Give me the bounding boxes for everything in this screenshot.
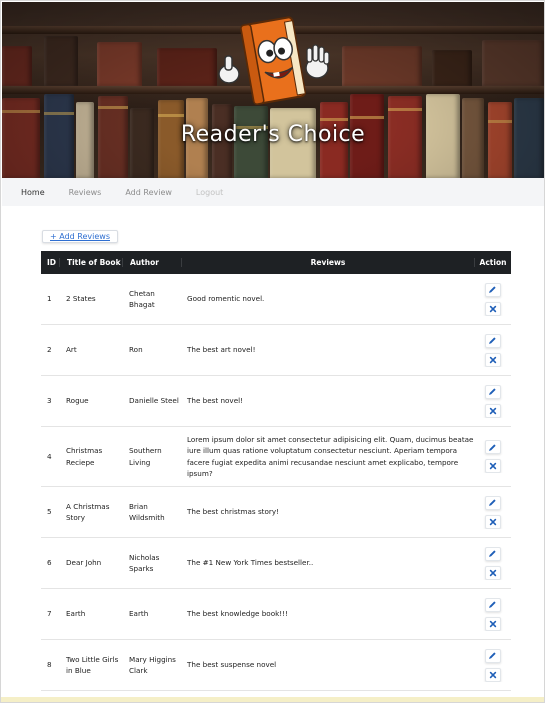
cell-actions [474, 546, 511, 580]
cell-review: Good romentic novel. [187, 294, 265, 304]
cell-author: Mary Higgins Clark [129, 654, 176, 676]
cell-title: Rogue [66, 396, 89, 406]
cell-actions [474, 495, 511, 529]
col-header-id: ID [47, 258, 57, 267]
table-row: 6 Dear John Nicholas Sparks The #1 New York… [41, 538, 511, 589]
close-icon [489, 518, 497, 526]
delete-button[interactable] [484, 565, 501, 580]
close-icon [489, 356, 497, 364]
cell-actions [474, 440, 511, 473]
nav-logout[interactable]: Logout [196, 188, 223, 197]
cell-id: 4 [47, 451, 52, 461]
edit-button[interactable] [484, 648, 501, 663]
cell-author: Nicholas Sparks [129, 552, 160, 574]
pencil-icon [488, 387, 497, 396]
table-row: 1 2 States Chetan Bhagat Good romentic nove… [41, 274, 511, 325]
edit-button[interactable] [484, 495, 501, 510]
cell-id: 5 [47, 507, 52, 517]
close-icon [489, 620, 497, 628]
nav-add-review[interactable]: Add Review [125, 188, 172, 197]
edit-button[interactable] [484, 384, 501, 399]
pencil-icon [488, 549, 497, 558]
cell-review: The best novel! [187, 396, 243, 406]
delete-button[interactable] [484, 514, 501, 529]
top-nav: Home Reviews Add Review Logout [2, 178, 544, 206]
cell-review: The best art novel! [187, 345, 256, 355]
header-banner: Reader's Choice [2, 2, 544, 178]
cell-id: 3 [47, 396, 52, 406]
pencil-icon [488, 443, 497, 452]
pencil-icon [488, 498, 497, 507]
pencil-icon [488, 336, 497, 345]
page-frame: Reader's Choice Home Reviews Add Review … [0, 0, 545, 703]
delete-button[interactable] [484, 616, 501, 631]
delete-button[interactable] [484, 403, 501, 418]
delete-button[interactable] [484, 459, 501, 473]
close-icon [489, 462, 497, 470]
nav-reviews[interactable]: Reviews [69, 188, 102, 197]
col-header-action: Action [474, 258, 511, 267]
edit-button[interactable] [484, 282, 501, 297]
col-header-author: Author [122, 258, 181, 267]
pencil-icon [488, 285, 497, 294]
table-header: ID Title of Book Author Reviews Action [41, 251, 511, 274]
cell-id: 6 [47, 558, 52, 568]
close-icon [489, 305, 497, 313]
table-row: 2 Art Ron The best art novel! [41, 325, 511, 376]
table-row: 4 Christmas Reciepe Southern Living Lorem i… [41, 427, 511, 487]
edit-button[interactable] [484, 597, 501, 612]
delete-button[interactable] [484, 352, 501, 367]
bottom-strip [1, 697, 544, 702]
cell-author: Danielle Steel [129, 396, 179, 406]
cell-id: 7 [47, 609, 52, 619]
table-row: 3 Rogue Danielle Steel The best novel! [41, 376, 511, 427]
cell-review: The best christmas story! [187, 507, 279, 517]
cell-review: The best suspense novel [187, 660, 277, 670]
cell-title: A Christmas Story [66, 501, 110, 523]
cell-id: 2 [47, 345, 52, 355]
cell-review: The best knowledge book!!! [187, 609, 288, 619]
table-row: 5 A Christmas Story Brian Wildsmith The bes… [41, 487, 511, 538]
close-icon [489, 407, 497, 415]
cell-review: The #1 New York Times bestseller.. [187, 558, 314, 568]
delete-button[interactable] [484, 667, 501, 682]
edit-button[interactable] [484, 546, 501, 561]
cell-author: Ron [129, 345, 143, 355]
site-title: Reader's Choice [180, 122, 366, 147]
reviews-table: ID Title of Book Author Reviews Action 1… [41, 251, 511, 691]
close-icon [489, 569, 497, 577]
cell-author: Chetan Bhagat [129, 288, 155, 310]
col-header-reviews: Reviews [181, 258, 474, 267]
cell-review: Lorem ipsum dolor sit amet consectetur a… [187, 434, 474, 479]
cell-actions [474, 597, 511, 631]
cell-actions [474, 384, 511, 418]
edit-button[interactable] [484, 440, 501, 454]
cell-actions [474, 333, 511, 367]
table-body: 1 2 States Chetan Bhagat Good romentic nove… [41, 274, 511, 691]
cell-title: Art [66, 345, 77, 355]
col-header-title: Title of Book [59, 258, 122, 267]
cell-title: Two Little Girls in Blue [66, 654, 119, 676]
table-row: 7 Earth Earth The best knowledge book!!! [41, 589, 511, 640]
book-mascot-icon [218, 16, 330, 105]
cell-actions [474, 282, 511, 316]
cell-author: Southern Living [129, 446, 162, 467]
cell-id: 8 [47, 660, 52, 670]
cell-actions [474, 648, 511, 682]
cell-title: Christmas Reciepe [66, 446, 103, 467]
close-icon [489, 671, 497, 679]
delete-button[interactable] [484, 301, 501, 316]
cell-title: 2 States [66, 294, 96, 304]
cell-author: Brian Wildsmith [129, 501, 165, 523]
edit-button[interactable] [484, 333, 501, 348]
pencil-icon [488, 651, 497, 660]
cell-id: 1 [47, 294, 52, 304]
cell-author: Earth [129, 609, 149, 619]
nav-home[interactable]: Home [21, 188, 45, 197]
pencil-icon [488, 600, 497, 609]
cell-title: Earth [66, 609, 86, 619]
table-row: 8 Two Little Girls in Blue Mary Higgins Cl… [41, 640, 511, 691]
cell-title: Dear John [66, 558, 102, 568]
add-reviews-button[interactable]: + Add Reviews [42, 230, 118, 243]
